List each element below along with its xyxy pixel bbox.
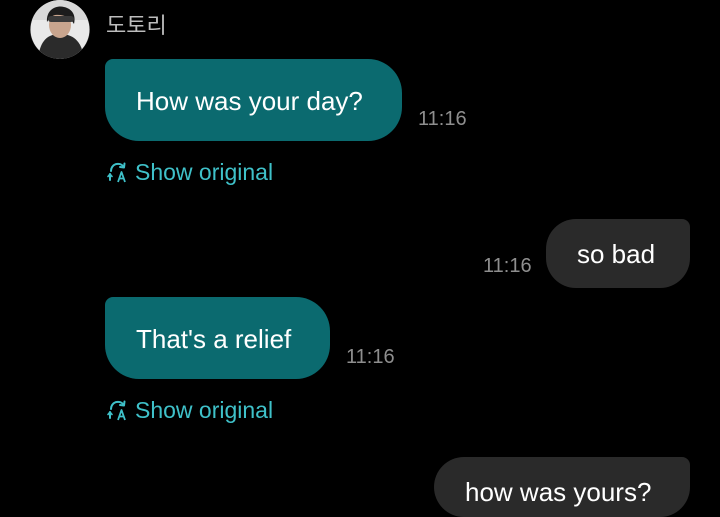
avatar-photo-icon [30,0,90,59]
incoming-message-bubble[interactable]: How was your day? [105,59,402,141]
message-text: how was yours? [465,477,652,507]
show-original-label: Show original [135,159,274,185]
message-timestamp: 11:16 [418,108,467,130]
translate-icon [107,399,129,421]
contact-avatar[interactable] [30,0,90,59]
contact-name: 도토리 [106,14,167,39]
message-text: so bad [577,239,656,269]
show-original-link[interactable]: Show original [107,397,273,423]
message-timestamp: 11:16 [483,255,532,277]
incoming-message-bubble[interactable]: That's a relief [105,297,330,379]
message-text: How was your day? [136,86,363,116]
translate-icon [107,161,129,183]
outgoing-message-bubble[interactable]: how was yours? [434,457,690,517]
message-timestamp: 11:16 [346,346,395,368]
outgoing-message-bubble[interactable]: so bad [546,219,690,288]
message-text: That's a relief [136,324,292,354]
show-original-link[interactable]: Show original [107,159,273,185]
show-original-label: Show original [135,397,274,423]
